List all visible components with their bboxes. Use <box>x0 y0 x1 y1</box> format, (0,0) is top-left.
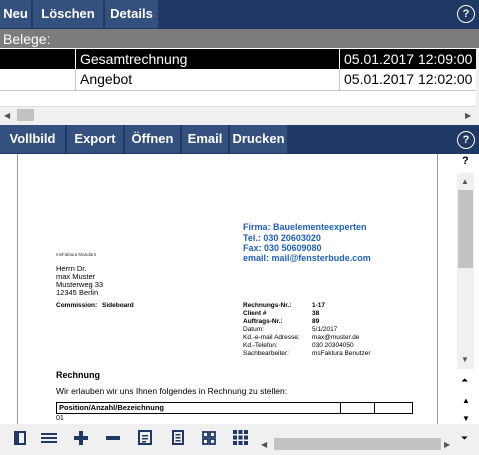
document-preview: Firma: Bauelementeexperten Tel.: 030 206… <box>0 154 455 424</box>
open-button[interactable]: Öffnen <box>125 125 181 153</box>
grid-3-icon[interactable] <box>230 429 250 449</box>
document-heading: Rechnung <box>56 370 100 380</box>
belege-list: Gesamtrechnung 05.01.2017 12:09:00 Angeb… <box>0 48 476 106</box>
list-horizontal-scrollbar[interactable]: ◀ ▶ <box>0 106 476 123</box>
last-page-icon[interactable]: ⏷ <box>461 433 468 444</box>
info-value: 1-17 <box>312 302 326 309</box>
preview-toolbar: Vollbild Export Öffnen Email Drucken ? <box>0 125 479 154</box>
table-header: Position/Anzahl/Bezeichnung <box>59 403 165 412</box>
previous-page-icon[interactable]: ▲ <box>462 396 470 405</box>
address-line: 12345 Berlin <box>56 288 99 297</box>
table-divider <box>340 403 341 413</box>
next-page-icon[interactable]: ▼ <box>462 414 470 423</box>
preview-horizontal-scrollbar[interactable]: ◀ ▶ <box>258 436 455 452</box>
info-label: Kd.-Telefon: <box>243 342 278 349</box>
side-help-icon[interactable]: ? <box>462 155 469 167</box>
commission-label: Commission: <box>56 302 98 309</box>
commission-value: Sideboard <box>102 302 134 309</box>
info-label: Sachbearbeiter: <box>243 350 289 357</box>
scroll-left-icon[interactable]: ◀ <box>261 440 267 449</box>
scroll-left-icon[interactable]: ◀ <box>4 111 10 120</box>
new-button[interactable]: Neu <box>0 0 32 28</box>
info-value: msFaktura Benutzer <box>312 350 371 357</box>
info-label: Auftrags-Nr.: <box>243 318 283 325</box>
help-icon[interactable]: ? <box>457 131 475 149</box>
table-divider <box>374 403 375 413</box>
scrollbar-thumb[interactable] <box>17 109 34 121</box>
info-value: 89 <box>312 318 320 325</box>
email-button[interactable]: Email <box>182 125 229 153</box>
info-label: Datum: <box>243 326 264 333</box>
position-table: Position/Anzahl/Bezeichnung <box>56 402 413 414</box>
help-icon[interactable]: ? <box>457 5 475 23</box>
details-button[interactable]: Details <box>105 0 159 28</box>
beleg-name: Gesamtrechnung <box>76 49 340 69</box>
scroll-right-icon[interactable]: ▶ <box>444 440 450 449</box>
info-label: Kd.-e-mail Adresse: <box>243 334 300 341</box>
company-fax: Fax: 030 50609080 <box>243 243 322 253</box>
zoom-out-icon[interactable] <box>103 429 123 449</box>
company-firma: Firma: Bauelementeexperten <box>243 222 367 232</box>
info-value: 38 <box>312 310 320 317</box>
bottom-toolbar: ◀ ▶ <box>0 424 455 455</box>
sender-line: msFaktura Mandant <box>56 252 97 257</box>
belege-label: Belege: <box>0 29 479 48</box>
top-toolbar: Neu Löschen Details ? <box>0 0 479 29</box>
info-label: Rechnungs-Nr.: <box>243 302 292 309</box>
info-value: max@muster.de <box>312 334 360 341</box>
delete-button[interactable]: Löschen <box>33 0 104 28</box>
scrollbar-thumb[interactable] <box>274 438 441 450</box>
scrollbar-thumb[interactable] <box>458 190 473 268</box>
beleg-date: 05.01.2017 12:09:00 <box>344 51 473 67</box>
vertical-scrollbar[interactable]: ▲ ▼ <box>457 173 474 369</box>
zoom-in-icon[interactable] <box>71 429 91 449</box>
page-edge <box>17 154 18 424</box>
single-page-icon[interactable] <box>135 429 155 449</box>
print-button[interactable]: Drucken <box>230 125 288 153</box>
menu-icon[interactable] <box>38 429 60 449</box>
beleg-date: 05.01.2017 12:02:00 <box>344 71 473 87</box>
scroll-right-icon[interactable]: ▶ <box>465 111 471 120</box>
page-edge <box>437 154 438 424</box>
company-tel: Tel.: 030 20603020 <box>243 233 321 243</box>
company-email: email: mail@fensterbude.com <box>243 253 371 263</box>
page-view-icon[interactable] <box>168 429 188 449</box>
first-page-icon[interactable]: ⏶ <box>461 375 468 386</box>
info-label: Client # <box>243 310 267 317</box>
list-item[interactable]: Gesamtrechnung 05.01.2017 12:09:00 <box>0 49 476 69</box>
list-item[interactable]: Angebot 05.01.2017 12:02:00 <box>0 69 476 91</box>
document-intro: Wir erlauben wir uns Ihnen folgendes in … <box>56 386 288 396</box>
table-row: 01 <box>56 415 64 422</box>
grid-2-icon[interactable] <box>199 429 219 449</box>
beleg-name: Angebot <box>76 69 340 90</box>
sidebar-icon[interactable] <box>11 429 29 449</box>
info-value: 5/1/2017 <box>312 326 338 333</box>
scroll-down-icon[interactable]: ▼ <box>461 355 469 364</box>
scroll-up-icon[interactable]: ▲ <box>461 177 469 186</box>
fullscreen-button[interactable]: Vollbild <box>0 125 66 153</box>
info-value: 030 20304050 <box>312 342 354 349</box>
export-button[interactable]: Export <box>67 125 124 153</box>
